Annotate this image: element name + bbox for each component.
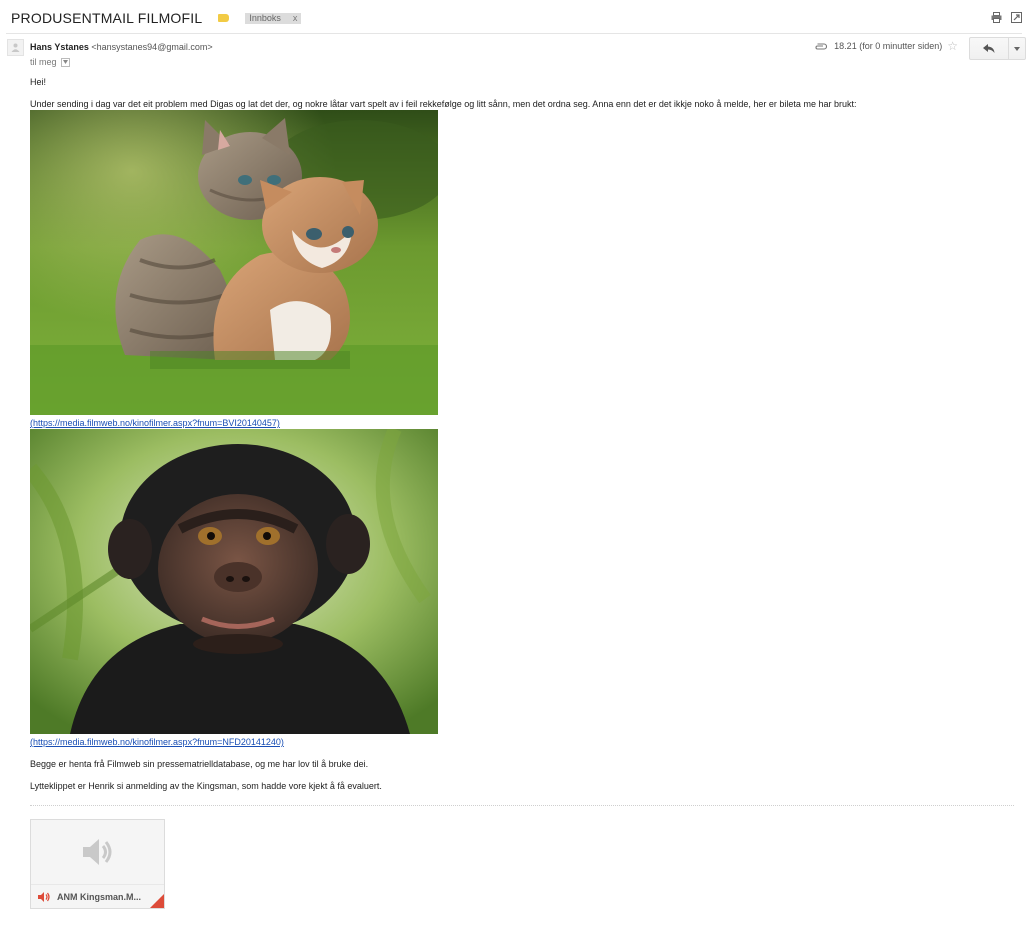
sender-line: Hans Ystanes <hansystanes94@gmail.com>: [30, 42, 213, 52]
sender-email: <hansystanes94@gmail.com>: [91, 42, 213, 52]
reply-button[interactable]: [969, 37, 1009, 60]
kittens-photo[interactable]: [30, 110, 438, 415]
remove-label-button[interactable]: x: [293, 13, 298, 24]
attachment-preview[interactable]: [31, 820, 164, 884]
greeting-text: Hei!: [30, 77, 47, 87]
filmweb-link-2[interactable]: (https://media.filmweb.no/kinofilmer.asp…: [30, 737, 284, 747]
body-paragraph-3: Lytteklippet er Henrik si anmelding av t…: [30, 781, 382, 791]
message-timestamp[interactable]: 18.21 (for 0 minutter siden): [834, 41, 942, 51]
body-paragraph-1: Under sending i dag var det eit problem …: [30, 99, 857, 109]
star-icon[interactable]: ☆: [947, 40, 958, 52]
attachment-clip-icon: [815, 42, 828, 50]
audio-speaker-icon: [82, 839, 111, 865]
reply-icon: [983, 44, 995, 53]
chevron-down-icon: [62, 60, 68, 64]
thread-actions: [991, 12, 1022, 23]
more-caret-icon: [1014, 46, 1020, 51]
new-window-icon[interactable]: [1011, 12, 1022, 23]
header-divider: [6, 33, 1022, 34]
filmweb-link-1[interactable]: (https://media.filmweb.no/kinofilmer.asp…: [30, 418, 280, 428]
message-meta: 18.21 (for 0 minutter siden) ☆: [814, 40, 958, 52]
attachment-filename: ANM Kingsman.M...: [57, 891, 142, 902]
attachment-type-corner: [150, 894, 164, 908]
more-options-button[interactable]: [1009, 37, 1026, 60]
subject-bar: PRODUSENTMAIL FILMOFIL Innboks x: [11, 8, 302, 28]
bonobo-photo[interactable]: [30, 429, 438, 734]
recipient-text: til meg: [30, 57, 57, 67]
recipient-line: til meg: [30, 57, 70, 67]
print-icon[interactable]: [991, 12, 1002, 23]
attachment-footer: ANM Kingsman.M...: [31, 884, 164, 908]
show-details-button[interactable]: [60, 57, 70, 67]
body-paragraph-2: Begge er henta frå Filmweb sin pressemat…: [30, 759, 369, 769]
audio-file-icon: [38, 891, 50, 902]
sender-name[interactable]: Hans Ystanes: [30, 42, 89, 52]
reply-button-group: [969, 37, 1026, 60]
inbox-label-text: Innboks: [249, 12, 281, 23]
default-avatar-icon: [11, 43, 20, 52]
email-subject: PRODUSENTMAIL FILMOFIL: [11, 10, 203, 26]
inbox-label-chip[interactable]: Innboks x: [245, 12, 302, 24]
audio-attachment-card[interactable]: ANM Kingsman.M...: [30, 819, 165, 909]
label-icon[interactable]: [218, 14, 230, 22]
sender-avatar[interactable]: [7, 39, 24, 56]
attachments-divider: [30, 805, 1014, 806]
